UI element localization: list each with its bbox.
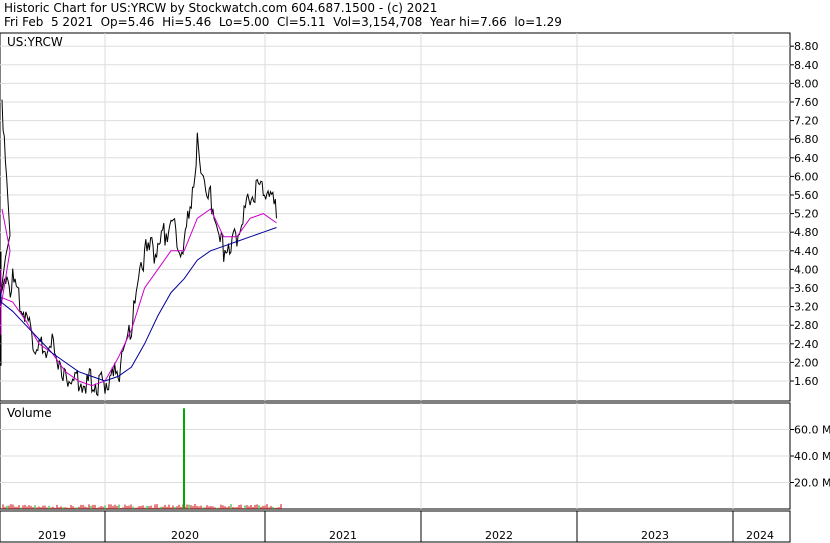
year-label: 2021 [329,529,357,542]
price-tick-label: 8.80 [794,40,819,53]
price-axis: 8.80 8.40 8.00 7.60 7.20 6.80 6.40 6.00 5.60 5.20… [790,40,819,388]
price-tick-label: 3.60 [794,282,819,295]
x-axis-frame [0,510,791,543]
year-label: 2023 [641,529,669,542]
volume-tick-label: 40.0 M [794,450,830,463]
price-tick-label: 1.60 [794,375,819,388]
price-tick-label: 8.40 [794,59,819,72]
year-label: 2024 [746,529,774,542]
price-panel-label: US:YRCW [7,35,63,49]
year-label: 2019 [38,529,66,542]
price-panel-frame [0,32,791,402]
price-tick-label: 2.40 [794,338,819,351]
price-tick-label: 6.80 [794,133,819,146]
price-tick-label: 5.60 [794,189,819,202]
price-tick-label: 5.20 [794,208,819,221]
price-line [0,99,277,397]
price-tick-label: 7.20 [794,115,819,128]
price-tick-label: 2.80 [794,319,819,332]
price-tick-label: 4.40 [794,245,819,258]
price-tick-label: 4.80 [794,226,819,239]
stock-chart: 8.80 8.40 8.00 7.60 7.20 6.80 6.40 6.00 5.60 5.20… [0,32,830,543]
volume-bars [2,408,282,509]
volume-axis: 60.0 M 40.0 M 20.0 M [790,424,830,490]
volume-panel-label: Volume [7,406,52,420]
volume-tick-label: 60.0 M [794,424,830,437]
price-tick-label: 3.20 [794,301,819,314]
price-series [0,99,277,397]
year-label: 2022 [485,529,513,542]
year-label: 2020 [171,529,199,542]
price-tick-label: 2.00 [794,356,819,369]
ma-short-line [0,208,277,387]
price-tick-label: 4.00 [794,263,819,276]
price-tick-label: 8.00 [794,77,819,90]
volume-tick-label: 20.0 M [794,477,830,490]
year-axis: 2019 2020 2021 2022 2023 2024 [38,511,774,542]
price-tick-label: 6.00 [794,170,819,183]
grid-lines [0,33,790,509]
price-tick-label: 6.40 [794,152,819,165]
price-tick-label: 7.60 [794,96,819,109]
